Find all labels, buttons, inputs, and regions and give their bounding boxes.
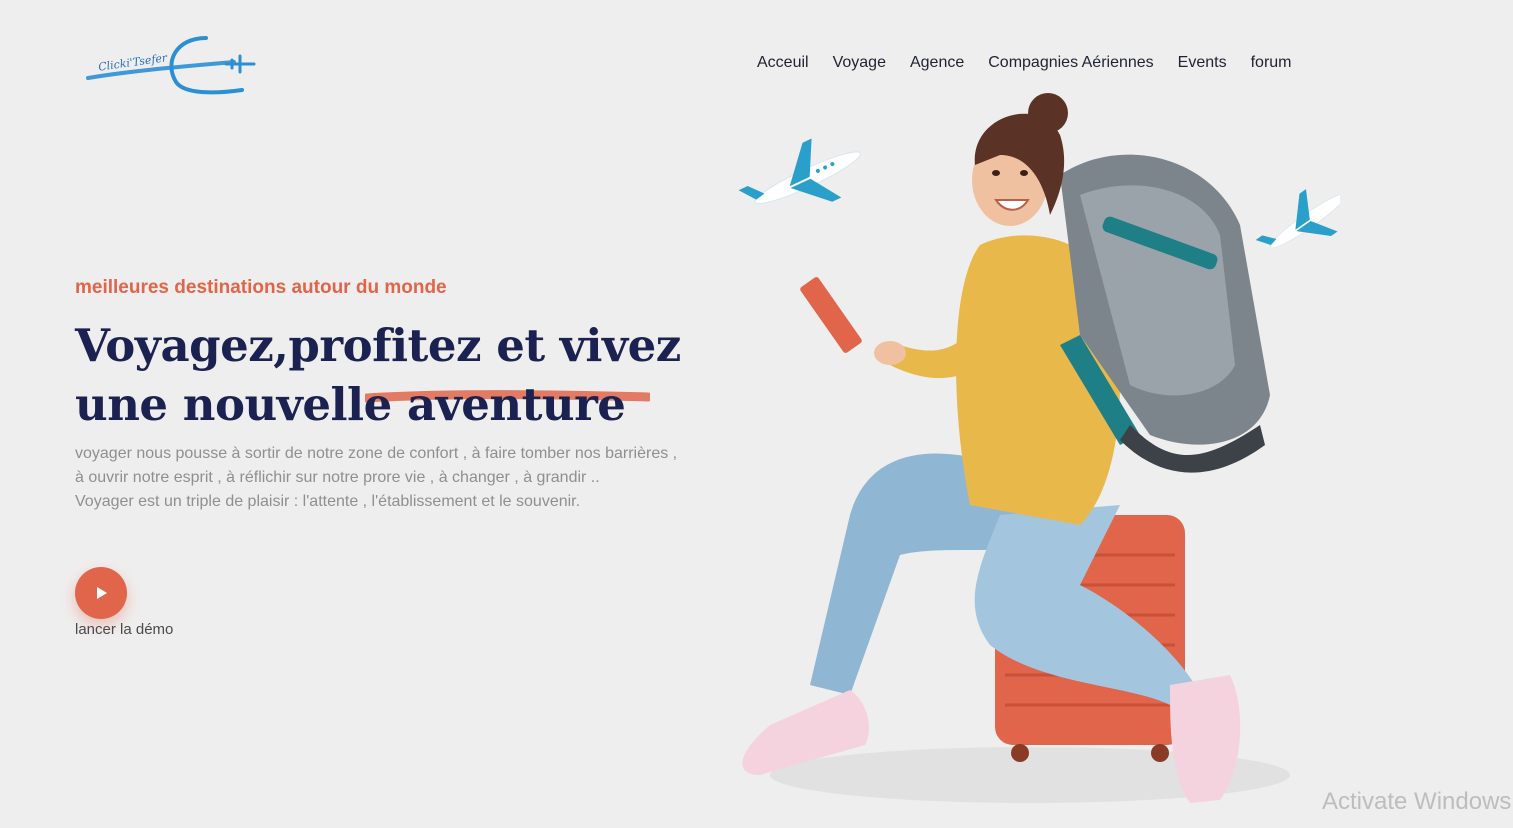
hero-headline: Voyagez,profitez et vivez une nouvelle a…	[75, 316, 715, 434]
nav-item-compagnies-aeriennes[interactable]: Compagnies Aériennes	[988, 54, 1153, 72]
traveler-illustration	[738, 93, 1340, 803]
hero-description-paragraph-1: voyager nous pousse à sortir de notre zo…	[75, 445, 678, 486]
play-demo-button[interactable]	[75, 567, 127, 619]
windows-activation-watermark: Activate Windows	[1322, 788, 1512, 815]
main-nav: Acceuil Voyage Agence Compagnies Aérienn…	[757, 54, 1292, 72]
site-logo[interactable]: Clicki'Tsefer	[84, 32, 260, 98]
hero-description-paragraph-2: Voyager est un triple de plaisir : l'att…	[75, 493, 581, 510]
nav-item-acceuil[interactable]: Acceuil	[757, 54, 809, 72]
play-demo-label[interactable]: lancer la démo	[75, 621, 173, 638]
headline-line-1: Voyagez,profitez et vivez	[75, 319, 681, 372]
headline-line-2: une nouvelle aventure	[75, 378, 626, 431]
airplane-icon	[1255, 189, 1340, 249]
nav-item-forum[interactable]: forum	[1251, 54, 1292, 72]
hero-description: voyager nous pousse à sortir de notre zo…	[75, 442, 685, 514]
nav-item-events[interactable]: Events	[1178, 54, 1227, 72]
airplane-icon	[738, 138, 862, 205]
nav-item-voyage[interactable]: Voyage	[833, 54, 886, 72]
hero-tagline: meilleures destinations autour du monde	[75, 277, 447, 298]
play-icon	[97, 587, 107, 599]
nav-item-agence[interactable]: Agence	[910, 54, 964, 72]
